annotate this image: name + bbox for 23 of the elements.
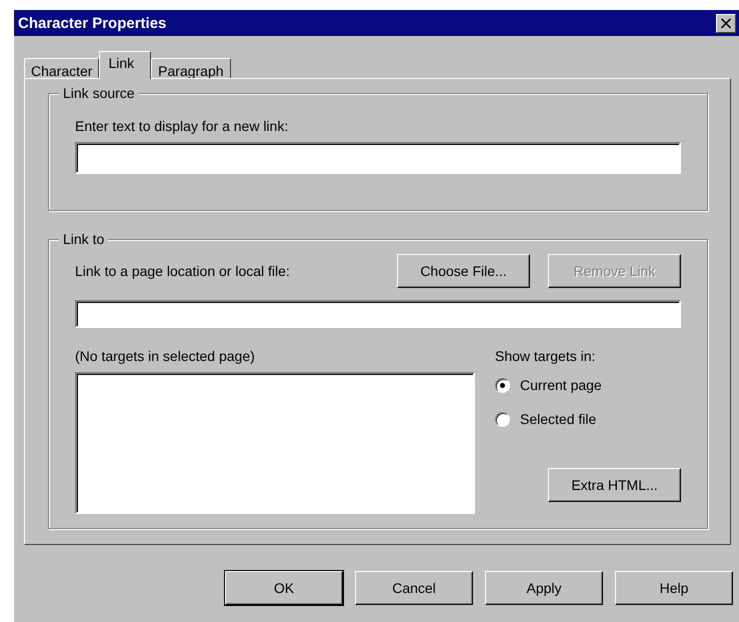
radio-button[interactable]	[495, 378, 510, 392]
button[interactable]: OK	[225, 571, 343, 605]
field-label: Enter text to display for a new link:	[75, 118, 290, 134]
tab[interactable]: Paragraph	[151, 58, 231, 78]
button[interactable]: Choose File...	[397, 254, 530, 288]
input-field[interactable]	[75, 142, 681, 174]
field-label: Link to a page location or local file:	[75, 263, 291, 279]
group-label: Link source	[59, 85, 139, 101]
button[interactable]: Apply	[485, 571, 603, 605]
target-list[interactable]	[75, 372, 475, 514]
radio-button[interactable]	[495, 412, 510, 426]
tab[interactable]: Link	[99, 51, 152, 79]
list-label: (No targets in selected page)	[75, 348, 256, 364]
radio-group-label: Show targets in:	[495, 348, 596, 364]
input-field[interactable]	[75, 300, 681, 328]
button[interactable]: Cancel	[355, 571, 473, 605]
close-button[interactable]: ×	[716, 14, 736, 32]
button[interactable]: Help	[615, 571, 733, 605]
radio-label[interactable]: Current page	[520, 377, 602, 393]
button[interactable]: Extra HTML...	[548, 468, 681, 502]
window-title: Character Properties	[18, 14, 166, 32]
group-label: Link to	[59, 231, 108, 247]
radio-label[interactable]: Selected file	[520, 411, 596, 427]
